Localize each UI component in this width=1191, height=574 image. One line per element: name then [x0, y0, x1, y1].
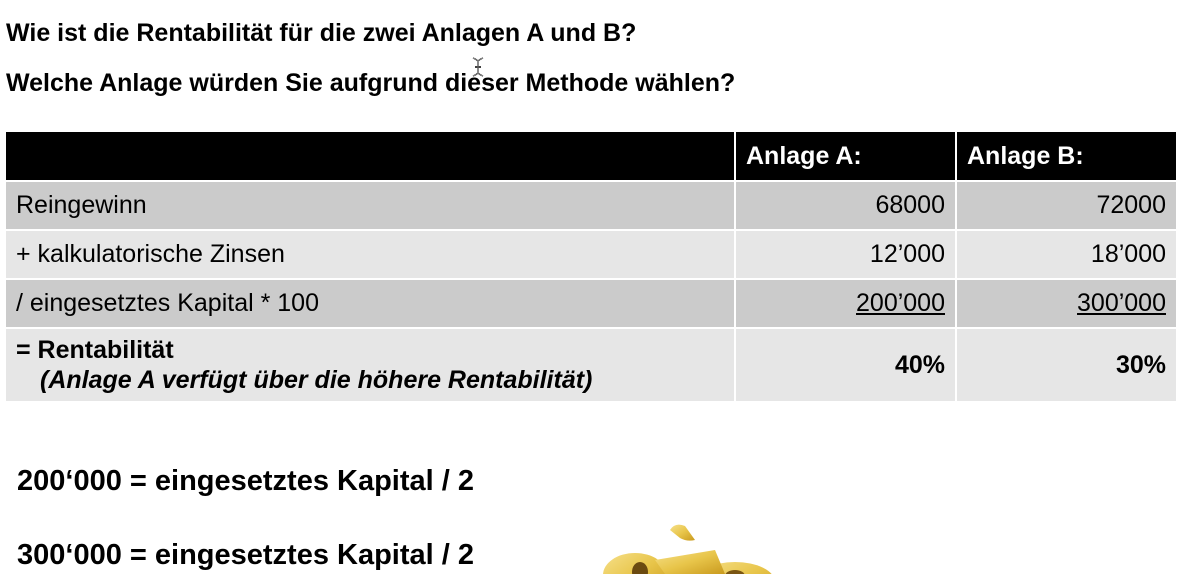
table-row-rentabilitaet: = Rentabilität (Anlage A verfügt über di… [6, 328, 1176, 403]
value-anlage-a: 68000 [735, 181, 957, 231]
slide: Wie ist die Rentabilität für die zwei An… [0, 0, 1191, 574]
table-row-zinsen: + kalkulatorische Zinsen 12’000 18’000 [6, 230, 1176, 280]
underlined-value: 300’000 [1077, 289, 1166, 317]
value-anlage-b: 72000 [956, 181, 1176, 231]
row-label: / eingesetztes Kapital * 100 [6, 279, 736, 329]
row-label: Reingewinn [6, 181, 736, 231]
table-row-reingewinn: Reingewinn 68000 72000 [6, 181, 1176, 231]
table-header-row: Anlage A: Anlage B: [6, 132, 1176, 182]
header-anlage-a: Anlage A: [735, 132, 957, 182]
result-anlage-a: 40% [735, 328, 957, 403]
value-anlage-b: 300’000 [956, 279, 1176, 329]
text-cursor-icon [472, 57, 484, 77]
result-label-cell: = Rentabilität (Anlage A verfügt über di… [6, 328, 736, 403]
value-anlage-a: 200’000 [735, 279, 957, 329]
result-note: (Anlage A verfügt über die höhere Rentab… [40, 365, 593, 394]
underlined-value: 200’000 [856, 289, 945, 317]
header-anlage-b: Anlage B: [956, 132, 1176, 182]
table-row-kapital: / eingesetztes Kapital * 100 200’000 300… [6, 279, 1176, 329]
result-label: = Rentabilität [16, 335, 174, 364]
value-anlage-b: 18’000 [956, 230, 1176, 280]
profitability-table: Anlage A: Anlage B: Reingewinn 68000 720… [6, 132, 1176, 403]
formula-line-1: 200‘000 = eingesetztes Kapital / 2 [17, 465, 474, 497]
result-anlage-b: 30% [956, 328, 1176, 403]
row-label: + kalkulatorische Zinsen [6, 230, 736, 280]
question-line-2: Welche Anlage würden Sie aufgrund dieser… [6, 69, 736, 97]
question-line-1: Wie ist die Rentabilität für die zwei An… [6, 19, 637, 47]
gold-percent-sign-icon [603, 524, 772, 574]
value-anlage-a: 12’000 [735, 230, 957, 280]
header-label-cell [6, 132, 736, 182]
formula-line-2: 300‘000 = eingesetztes Kapital / 2 [17, 539, 474, 571]
